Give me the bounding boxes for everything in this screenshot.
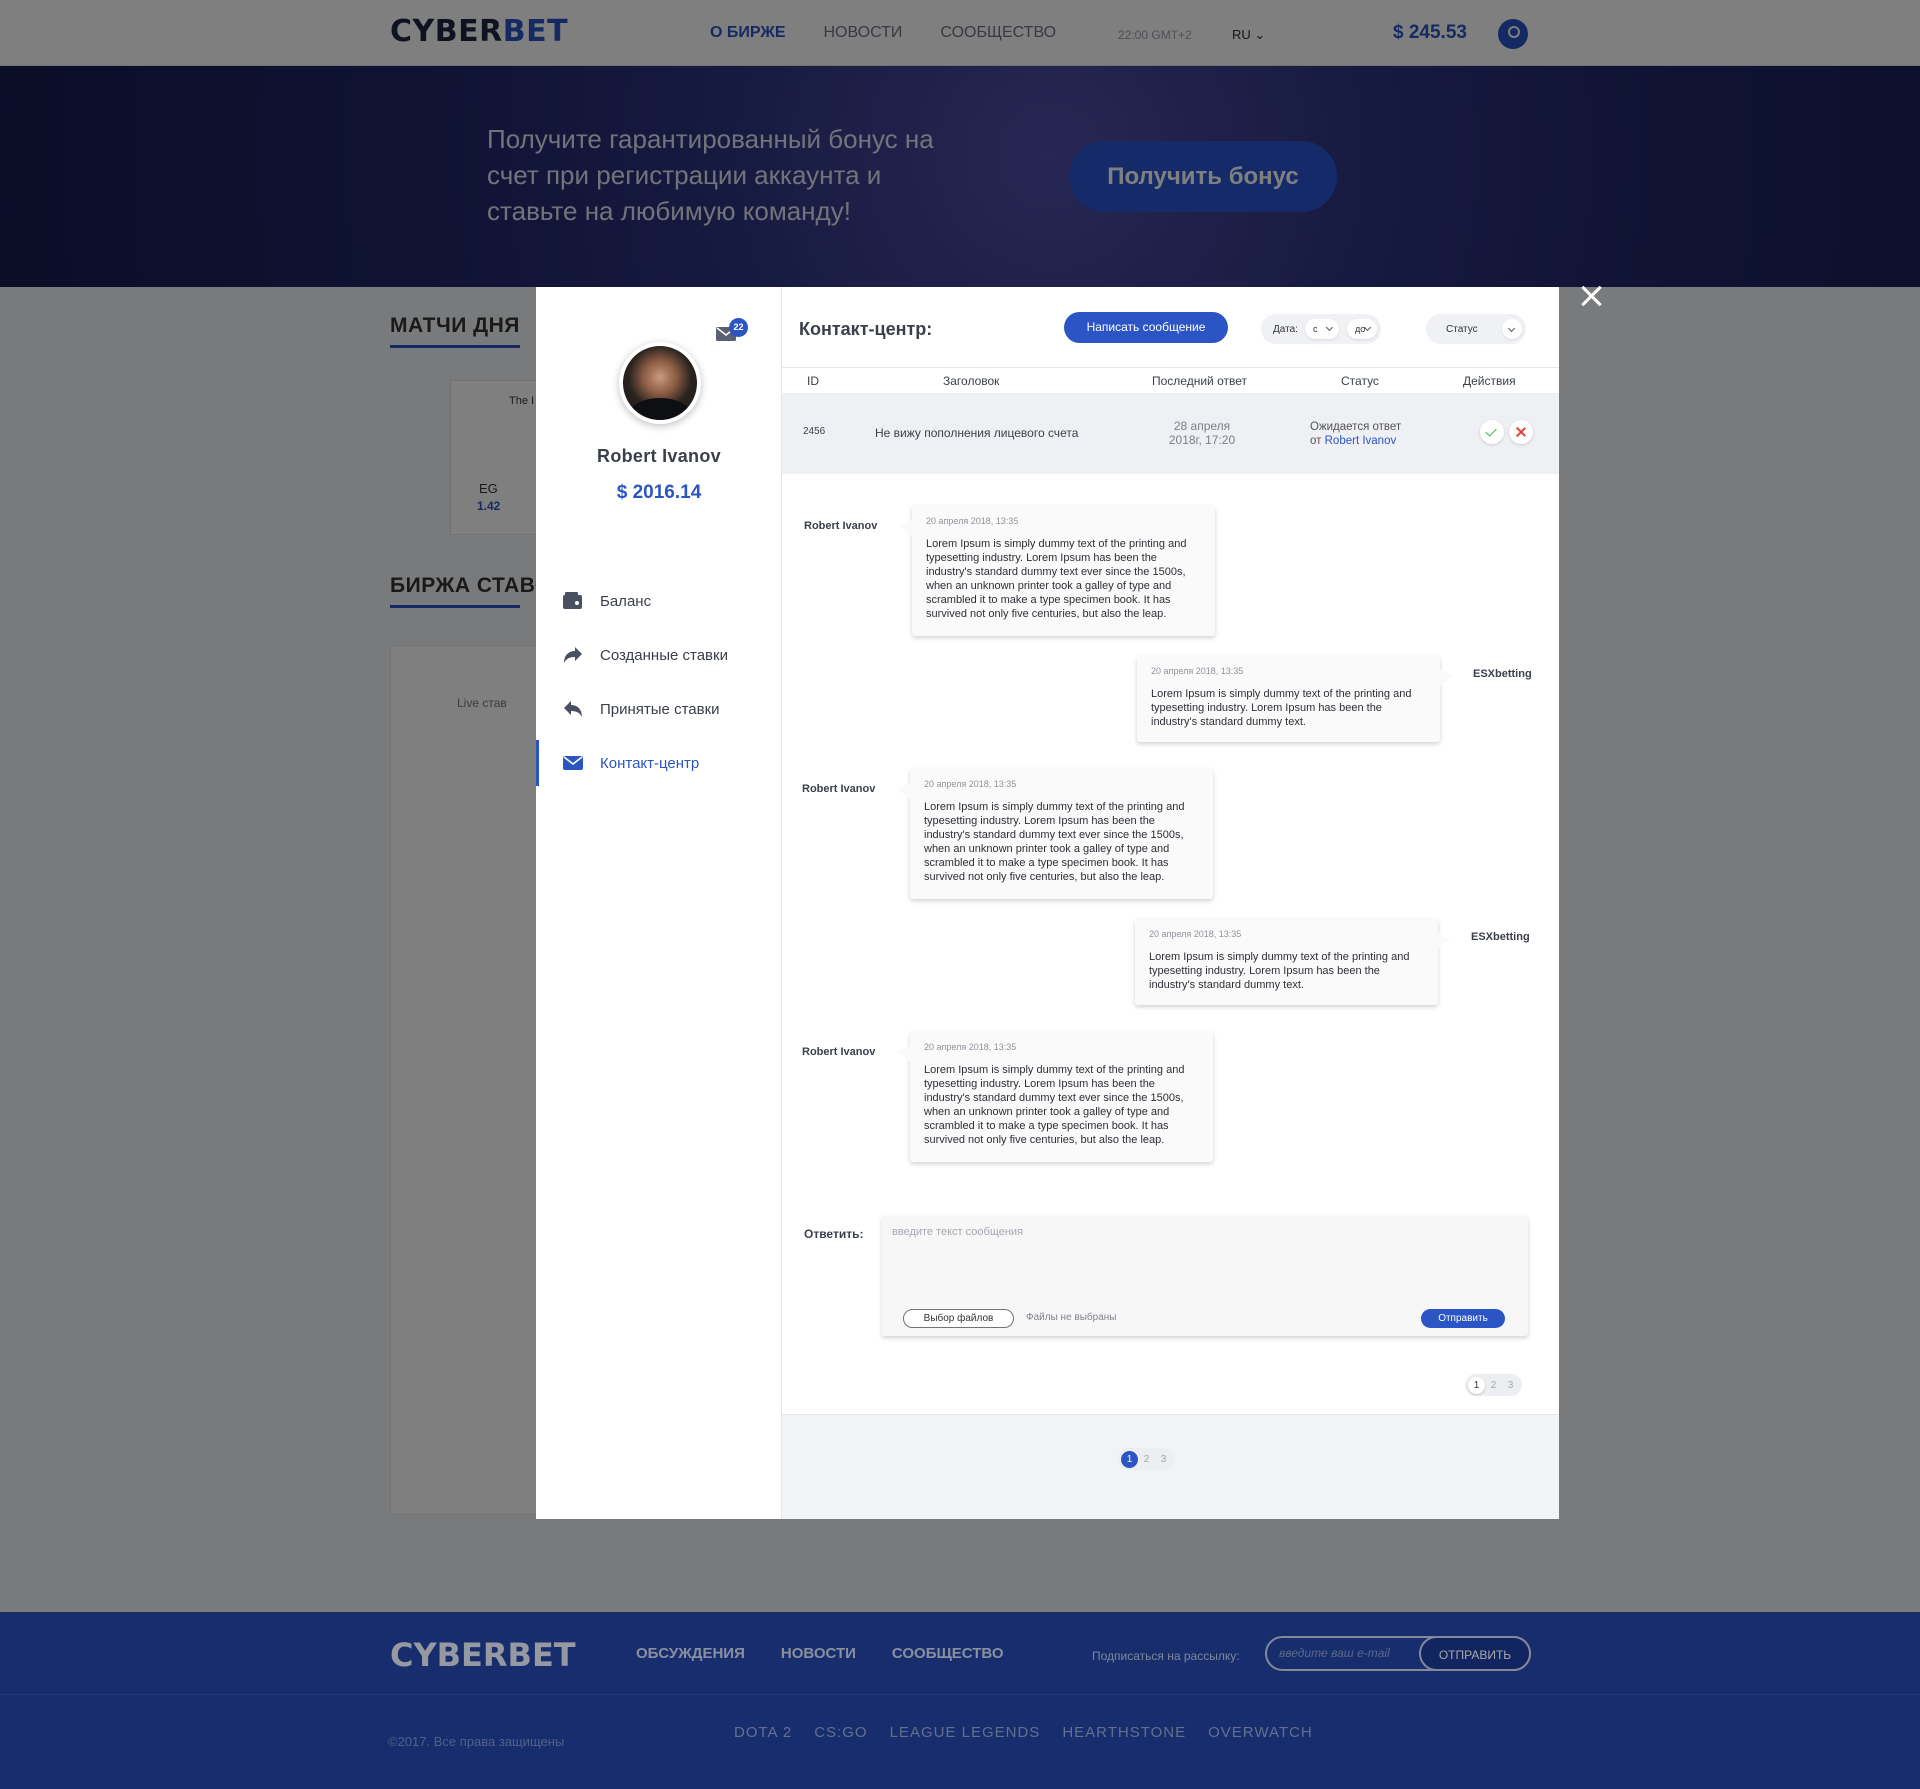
menu-item-label: Контакт-центр — [600, 754, 700, 772]
date-to-select[interactable]: до — [1347, 319, 1377, 339]
messages-pagination: 1 2 3 — [1465, 1374, 1522, 1396]
panel-footer: 1 2 3 — [782, 1414, 1559, 1519]
page-2[interactable]: 2 — [1138, 1451, 1155, 1468]
approve-icon[interactable] — [1480, 420, 1504, 444]
menu-item-label: Созданные ставки — [600, 646, 728, 664]
message-time: 20 апреля 2018, 13:35 — [926, 516, 1019, 526]
message-bubble: 20 апреля 2018, 13:35 Lorem Ipsum is sim… — [1135, 919, 1450, 1005]
message-author: Robert Ivanov — [802, 783, 876, 795]
status-filter-label: Статус — [1446, 324, 1478, 335]
contact-center-panel: Контакт-центр: Написать сообщение Дата: … — [782, 287, 1559, 1519]
status-user-link[interactable]: Robert Ivanov — [1325, 435, 1397, 447]
col-id: ID — [807, 374, 819, 388]
choose-files-button[interactable]: Выбор файлов — [903, 1309, 1014, 1328]
page-3[interactable]: 3 — [1155, 1451, 1172, 1468]
message-time: 20 апреля 2018, 13:35 — [924, 779, 1017, 789]
message-time: 20 апреля 2018, 13:35 — [1151, 666, 1244, 676]
share-icon — [564, 647, 582, 663]
account-modal: 22 Robert Ivanov $ 2016.14 Баланс Создан… — [536, 287, 1559, 1519]
reply-form: Выбор файлов Файлы не выбраны Отправить — [882, 1216, 1528, 1336]
reply-icon — [564, 701, 582, 717]
chevron-down-icon — [1502, 319, 1522, 339]
message-text: Lorem Ipsum is simply dummy text of the … — [1149, 951, 1410, 991]
message-time: 20 апреля 2018, 13:35 — [1149, 929, 1242, 939]
message-text: Lorem Ipsum is simply dummy text of the … — [924, 801, 1185, 883]
message-author: Robert Ivanov — [802, 1046, 876, 1058]
wallet-icon — [563, 592, 582, 609]
table-row[interactable]: 2456 Не вижу пополнения лицевого счета 2… — [782, 393, 1559, 474]
message-text: Lorem Ipsum is simply dummy text of the … — [1151, 688, 1412, 728]
page-2[interactable]: 2 — [1485, 1377, 1502, 1394]
reply-label: Ответить: — [804, 1227, 864, 1241]
profile-name: Robert Ivanov — [597, 446, 721, 466]
col-title: Заголовок — [943, 374, 1000, 388]
message-author: Robert Ivanov — [804, 520, 878, 532]
close-icon[interactable] — [1580, 285, 1602, 307]
reject-icon[interactable] — [1509, 420, 1533, 444]
menu-item-contact-center[interactable]: Контакт-центр — [536, 736, 782, 790]
profile-menu: Баланс Созданные ставки Принятые ставки … — [536, 574, 782, 790]
status-filter[interactable]: Статус — [1426, 314, 1526, 344]
profile-balance: $ 2016.14 — [616, 482, 702, 503]
page-3[interactable]: 3 — [1502, 1377, 1519, 1394]
envelope-icon — [563, 756, 583, 770]
col-actions: Действия — [1463, 374, 1516, 388]
col-status: Статус — [1341, 374, 1379, 388]
avatar[interactable] — [619, 342, 701, 424]
col-last-reply: Последний ответ — [1152, 374, 1247, 388]
date-filter: Дата: с до — [1261, 314, 1381, 344]
ticket-status: Ожидается ответ от Robert Ivanov — [1310, 421, 1402, 447]
page-1[interactable]: 1 — [1121, 1450, 1138, 1468]
footer-backdrop — [0, 1612, 1920, 1789]
date-from-select[interactable]: с — [1305, 319, 1339, 339]
message-author: ESXbetting — [1473, 668, 1532, 680]
page-1[interactable]: 1 — [1468, 1376, 1485, 1394]
message-author: ESXbetting — [1471, 931, 1530, 943]
menu-item-balance[interactable]: Баланс — [536, 574, 782, 628]
contact-center-title: Контакт-центр: — [799, 319, 933, 339]
message-bubble: 20 апреля 2018, 13:35 Lorem Ipsum is sim… — [1137, 656, 1452, 742]
date-label: Дата: — [1273, 324, 1298, 335]
message-bubble: 20 апреля 2018, 13:35 Lorem Ipsum is sim… — [898, 769, 1213, 899]
message-bubble: 20 апреля 2018, 13:35 Lorem Ipsum is sim… — [900, 506, 1215, 636]
reply-textarea[interactable] — [892, 1226, 1512, 1286]
message-time: 20 апреля 2018, 13:35 — [924, 1042, 1017, 1052]
ticket-last-reply: 28 апреля 2018г, 17:20 — [1168, 419, 1236, 447]
ticket-title[interactable]: Не вижу пополнения лицевого счета — [875, 426, 1078, 440]
unread-badge: 22 — [729, 318, 748, 337]
menu-item-label: Баланс — [600, 592, 652, 610]
send-button[interactable]: Отправить — [1421, 1309, 1505, 1328]
menu-item-label: Принятые ставки — [600, 700, 720, 718]
menu-item-created-bets[interactable]: Созданные ставки — [536, 628, 782, 682]
tickets-pagination: 1 2 3 — [1118, 1448, 1175, 1470]
write-message-button[interactable]: Написать сообщение — [1064, 312, 1228, 343]
profile-sidebar: 22 Robert Ivanov $ 2016.14 Баланс Создан… — [536, 287, 782, 1519]
message-text: Lorem Ipsum is simply dummy text of the … — [926, 538, 1187, 620]
no-file-label: Файлы не выбраны — [1026, 1312, 1117, 1323]
menu-item-accepted-bets[interactable]: Принятые ставки — [536, 682, 782, 736]
message-text: Lorem Ipsum is simply dummy text of the … — [924, 1064, 1185, 1146]
ticket-id: 2456 — [803, 426, 826, 437]
tickets-table-header: ID Заголовок Последний ответ Статус Дейс… — [782, 367, 1559, 393]
message-bubble: 20 апреля 2018, 13:35 Lorem Ipsum is sim… — [898, 1032, 1213, 1162]
